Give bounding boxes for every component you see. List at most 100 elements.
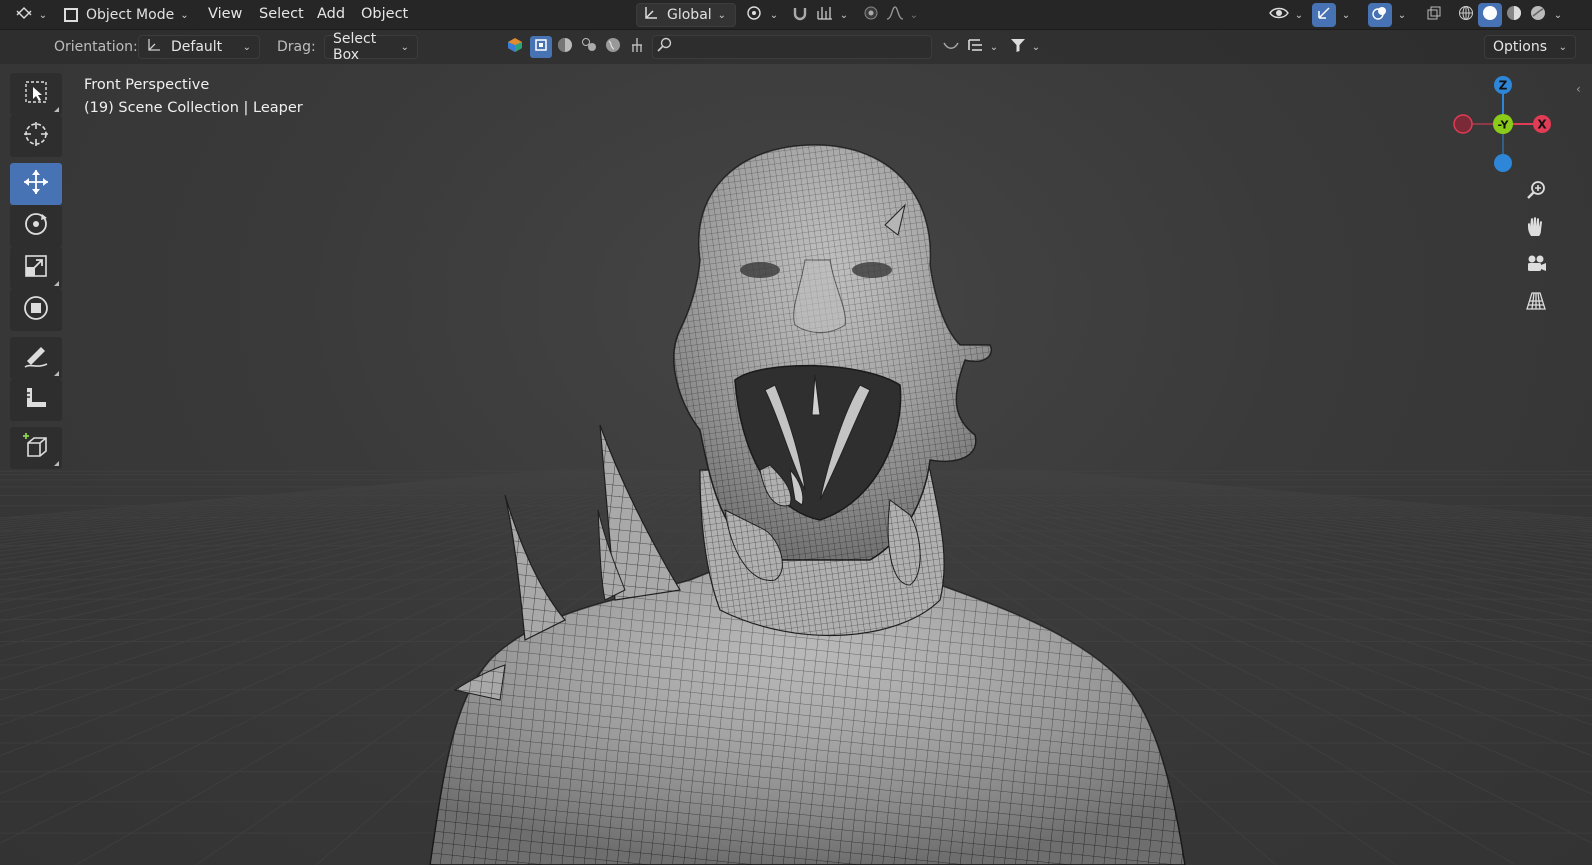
proportional-edit-icon: [863, 5, 879, 25]
chevron-down-icon: ⌄: [1553, 9, 1563, 21]
perspective-grid-icon: [1526, 291, 1546, 315]
orientation-axes-icon: [147, 38, 161, 56]
pivot-point-button[interactable]: ⌄: [744, 3, 780, 27]
pan-hand-icon: [1526, 216, 1546, 242]
xray-toggle[interactable]: [1422, 3, 1446, 27]
perspective-toggle-button[interactable]: [1520, 287, 1552, 319]
add-cube-icon: [22, 432, 50, 464]
proportional-falloff-button[interactable]: ⌄: [884, 3, 920, 27]
camera-icon: [1525, 254, 1547, 278]
tool-options-corner: [54, 371, 59, 376]
mode-selector[interactable]: Object Mode ⌄: [58, 3, 192, 27]
menu-add[interactable]: Add: [317, 6, 345, 22]
search-options-button[interactable]: [940, 36, 962, 58]
chevron-down-icon: ⌄: [717, 9, 727, 21]
light-filter[interactable]: [578, 36, 600, 58]
annotate-tool[interactable]: [10, 337, 62, 379]
transform-tool[interactable]: [10, 289, 62, 331]
measure-tool[interactable]: [10, 379, 62, 421]
cursor-icon: [22, 120, 50, 152]
chevron-down-icon: ⌄: [909, 9, 919, 21]
filter-button[interactable]: ⌄: [1008, 36, 1042, 58]
world-icon: [605, 37, 621, 57]
proportional-editing-toggle[interactable]: [860, 3, 882, 27]
gizmo-icon: [1316, 5, 1332, 25]
search-field[interactable]: [652, 35, 932, 59]
world-filter[interactable]: [602, 36, 624, 58]
overlay-toggle[interactable]: [1368, 3, 1392, 27]
3d-viewport[interactable]: [0, 0, 1592, 865]
sphere-icon: [557, 37, 573, 57]
xray-icon: [1426, 5, 1442, 25]
camera-view-button[interactable]: [1520, 250, 1552, 282]
rotate-tool[interactable]: [10, 205, 62, 247]
material-shading-icon: [1506, 5, 1522, 25]
select-mode-toggle[interactable]: [530, 36, 552, 58]
annotate-icon: [22, 342, 50, 374]
add-cube-tool[interactable]: [10, 427, 62, 469]
sidebar-toggle-arrow[interactable]: ‹: [1576, 82, 1581, 96]
leaper-mesh[interactable]: [0, 0, 1592, 865]
chevron-down-icon: ⌄: [1558, 41, 1567, 53]
lights-icon: [581, 37, 597, 57]
gizmo-toggle[interactable]: [1312, 3, 1336, 27]
orientation-dropdown[interactable]: Default ⌄: [138, 35, 260, 59]
shading-dropdown[interactable]: ⌄: [1550, 3, 1566, 27]
cursor-tool[interactable]: [10, 115, 62, 157]
overlay-dropdown[interactable]: ⌄: [1394, 3, 1410, 27]
pan-button[interactable]: [1520, 213, 1552, 245]
selectable-icon: [534, 38, 548, 56]
collection-info: (19) Scene Collection | Leaper: [84, 100, 303, 116]
view-name: Front Perspective: [84, 77, 210, 93]
rendered-shading-button[interactable]: [1526, 3, 1550, 27]
visibility-icon: [1268, 5, 1289, 25]
pivot-icon: [746, 5, 764, 25]
navigation-gizmo[interactable]: Z X -Y: [1448, 72, 1558, 182]
zoom-button[interactable]: [1520, 176, 1552, 208]
chevron-down-icon: ⌄: [989, 41, 999, 53]
snap-target-button[interactable]: ⌄: [814, 3, 850, 27]
search-icon: [657, 37, 673, 57]
shade-filter[interactable]: [554, 36, 576, 58]
rotate-icon: [22, 210, 50, 242]
object-mode-icon: [64, 8, 78, 22]
neg-x-axis-handle[interactable]: [1453, 114, 1473, 134]
menu-view[interactable]: View: [208, 6, 242, 22]
snap-increment-icon: [816, 5, 834, 25]
select-box-icon: [23, 79, 49, 109]
menu-select[interactable]: Select: [259, 6, 304, 22]
curve-icon: [943, 37, 959, 57]
neg-z-axis-handle[interactable]: [1494, 154, 1512, 172]
drag-label: Drag:: [277, 39, 316, 55]
view3d-editor-icon: [15, 5, 33, 25]
visibility-button[interactable]: ⌄: [1266, 3, 1306, 27]
material-shading-button[interactable]: [1502, 3, 1526, 27]
gizmo-dropdown[interactable]: ⌄: [1338, 3, 1354, 27]
orientation-value: Default: [171, 39, 223, 55]
x-axis-label: X: [1537, 118, 1547, 132]
sort-options-button[interactable]: ⌄: [966, 36, 1000, 58]
chevron-down-icon: ⌄: [38, 9, 48, 21]
editor-type-button[interactable]: ⌄: [14, 3, 48, 27]
drag-dropdown[interactable]: Select Box ⌄: [324, 31, 418, 63]
object-data-icon: [507, 37, 523, 57]
move-tool[interactable]: [10, 163, 62, 205]
zoom-icon: [1526, 180, 1546, 204]
magnet-icon: [792, 5, 808, 25]
armature-filter[interactable]: [626, 36, 648, 58]
object-type-filter[interactable]: [504, 36, 526, 58]
tool-options-corner: [54, 461, 59, 466]
wireframe-shading-icon: [1458, 5, 1474, 25]
menu-object[interactable]: Object: [361, 6, 408, 22]
snap-toggle[interactable]: [788, 3, 812, 27]
transform-orientation-selector[interactable]: Global ⌄: [636, 3, 736, 27]
wireframe-shading-button[interactable]: [1454, 3, 1478, 27]
options-dropdown[interactable]: Options ⌄: [1484, 35, 1576, 59]
viewport-info: Front Perspective (19) Scene Collection …: [84, 74, 303, 120]
scale-tool[interactable]: [10, 247, 62, 289]
select-box-tool[interactable]: [10, 73, 62, 115]
solid-shading-button[interactable]: [1478, 3, 1502, 27]
chevron-down-icon: ⌄: [180, 9, 189, 21]
rendered-shading-icon: [1530, 5, 1546, 25]
tool-options-corner: [54, 107, 59, 112]
